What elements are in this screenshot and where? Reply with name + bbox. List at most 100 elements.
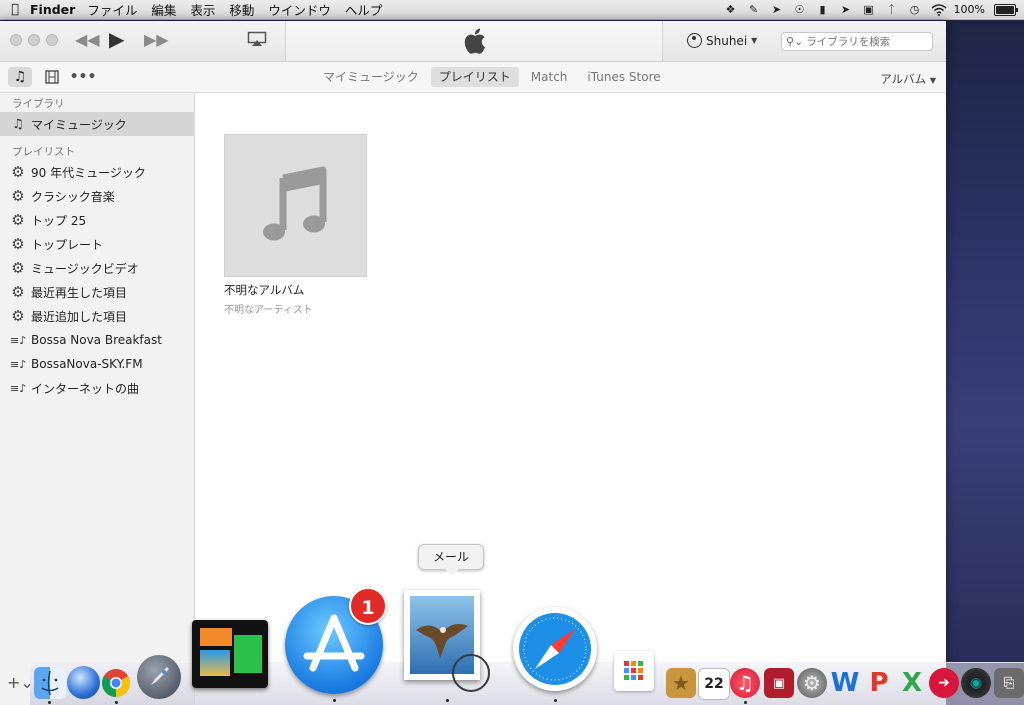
calendar-icon[interactable]: 22 <box>698 668 730 700</box>
playlist-icon: ≡♪ <box>10 381 27 395</box>
playlist-icon: ≡♪ <box>10 333 27 347</box>
arrow-icon[interactable]: ➤ <box>770 3 784 16</box>
tab-my-music[interactable]: マイミュージック <box>315 67 427 87</box>
running-indicator <box>554 699 557 702</box>
sidebar-item-label: ミュージックビデオ <box>31 261 139 276</box>
menu-app-name[interactable]: Finder <box>30 2 75 17</box>
powerpoint-icon[interactable]: P <box>864 668 894 698</box>
gear-icon: ⚙ <box>11 235 25 253</box>
sidebar-item-label: インターネットの曲 <box>31 381 140 396</box>
music-note-icon: ♫ <box>12 116 24 132</box>
music-media-button[interactable]: ♫ <box>8 67 32 87</box>
gear-icon: ⚙ <box>11 283 25 301</box>
view-selector[interactable]: アルバム ▼ <box>880 71 936 87</box>
mission-control-icon[interactable] <box>192 620 268 688</box>
launchpad-icon[interactable] <box>137 655 181 699</box>
close-button[interactable] <box>10 34 22 46</box>
more-media-icon[interactable]: ••• <box>70 67 97 87</box>
sidebar-item-smart-playlist[interactable]: ⚙ 90 年代ミュージック <box>0 160 194 184</box>
sidebar-item-playlist[interactable]: ≡♪ BossaNova-SKY.FM <box>0 352 194 376</box>
battery-icon[interactable] <box>994 3 1018 16</box>
finder-icon[interactable] <box>34 667 66 699</box>
contacts-icon[interactable]: ★ <box>666 668 696 698</box>
notes-icon[interactable]: ✎ <box>747 3 761 16</box>
sidebar-item-smart-playlist[interactable]: ⚙ クラシック音楽 <box>0 184 194 208</box>
playlist-icon: ≡♪ <box>10 357 27 371</box>
bookmark-icon[interactable]: ▮ <box>816 3 830 16</box>
system-preferences-icon[interactable]: ⚙ <box>797 668 827 698</box>
wifi-icon[interactable] <box>931 3 947 16</box>
photo-booth-icon[interactable]: ▣ <box>764 668 794 698</box>
sidebar-item-smart-playlist[interactable]: ⚙ トップレート <box>0 232 194 256</box>
dropbox-icon[interactable]: ❖ <box>724 3 738 16</box>
rewind-icon[interactable]: ◀◀ <box>75 30 100 49</box>
tab-itunes-store[interactable]: iTunes Store <box>579 67 668 87</box>
sidebar-item-smart-playlist[interactable]: ⚙ ミュージックビデオ <box>0 256 194 280</box>
sidebar-item-smart-playlist[interactable]: ⚙ トップ 25 <box>0 208 194 232</box>
menu-file[interactable]: ファイル <box>87 0 137 19</box>
webcam-icon[interactable]: ◉ <box>961 668 991 698</box>
sidebar-item-playlist[interactable]: ≡♪ Bossa Nova Breakfast <box>0 328 194 352</box>
menu-go[interactable]: 移動 <box>229 0 254 19</box>
bluetooth-icon[interactable]: ᛏ <box>885 3 899 16</box>
gear-icon: ⚙ <box>11 211 25 229</box>
sidebar-item-smart-playlist[interactable]: ⚙ 最近再生した項目 <box>0 280 194 304</box>
mc-window <box>200 650 230 676</box>
mail-icon[interactable] <box>404 590 490 692</box>
fast-forward-icon[interactable]: ▶▶ <box>144 30 169 49</box>
cursor-icon[interactable]: ➤ <box>839 3 853 16</box>
network-globe-icon[interactable] <box>67 666 100 699</box>
menu-help[interactable]: ヘルプ <box>345 0 383 19</box>
sidebar-item-label: マイミュージック <box>31 117 127 132</box>
running-indicator <box>48 701 51 704</box>
movies-media-button[interactable] <box>40 67 64 87</box>
creative-cloud-icon[interactable]: ☉ <box>793 3 807 16</box>
sidebar-item-playlist[interactable]: ≡♪ インターネットの曲 <box>0 376 194 400</box>
minimize-button[interactable] <box>28 34 40 46</box>
camera-icon[interactable]: ▣ <box>862 3 876 16</box>
playlist-header: プレイリスト <box>12 146 75 158</box>
account-icon <box>687 33 702 48</box>
chrome-icon[interactable] <box>101 668 131 698</box>
flow-app-icon[interactable]: ➜ <box>929 668 959 698</box>
sidebar-item-label: 最近再生した項目 <box>31 285 128 300</box>
itunes-icon[interactable]: ♫ <box>730 668 760 698</box>
search-box[interactable]: ⚲⌄ <box>781 32 933 51</box>
play-icon[interactable]: ▶ <box>109 27 124 51</box>
dock-tooltip: メール <box>418 544 484 576</box>
menu-edit[interactable]: 編集 <box>151 0 176 19</box>
sidebar-item-my-music[interactable]: ♫ マイミュージック <box>0 112 194 136</box>
mc-window <box>200 628 232 646</box>
app-grid-icon[interactable] <box>614 651 654 691</box>
library-header: ライブラリ <box>12 98 65 110</box>
notification-badge: 1 <box>349 587 387 625</box>
tab-match[interactable]: Match <box>523 67 576 87</box>
apple-menu-icon[interactable]:  <box>0 2 30 17</box>
running-indicator <box>446 699 449 702</box>
safari-icon[interactable] <box>513 607 597 691</box>
word-icon[interactable]: W <box>830 668 860 698</box>
excel-icon[interactable]: X <box>897 668 927 698</box>
battery-fill <box>996 5 1014 14</box>
menu-view[interactable]: 表示 <box>190 0 215 19</box>
sidebar-item-smart-playlist[interactable]: ⚙ 最近追加した項目 <box>0 304 194 328</box>
time-machine-icon[interactable]: ◷ <box>908 3 922 16</box>
album-artwork[interactable] <box>224 134 367 277</box>
running-indicator <box>744 701 747 704</box>
sidebar-item-label: 最近追加した項目 <box>31 309 128 324</box>
album-tile[interactable]: 不明なアルバム 不明なアーティスト <box>224 134 367 316</box>
menu-window[interactable]: ウインドウ <box>268 0 331 19</box>
airplay-icon[interactable] <box>247 31 267 47</box>
tab-playlists[interactable]: プレイリスト <box>430 67 519 87</box>
search-input[interactable] <box>803 35 927 48</box>
search-icon: ⚲⌄ <box>786 35 804 48</box>
zoom-button[interactable] <box>46 34 58 46</box>
running-indicator <box>115 701 118 704</box>
gear-icon: ⚙ <box>11 307 25 325</box>
printer-icon[interactable]: ⎘ <box>994 668 1024 698</box>
account-menu[interactable]: Shuhei ▼ <box>687 33 757 48</box>
album-title: 不明なアルバム <box>224 283 305 297</box>
status-area: ❖ ✎ ➤ ☉ ▮ ➤ ▣ ᛏ ◷ 100% <box>724 3 1024 16</box>
title-bar: ◀◀ ▶ ▶▶ Shuhei ▼ ⚲⌄ <box>0 21 946 62</box>
postmark-icon <box>452 654 490 692</box>
